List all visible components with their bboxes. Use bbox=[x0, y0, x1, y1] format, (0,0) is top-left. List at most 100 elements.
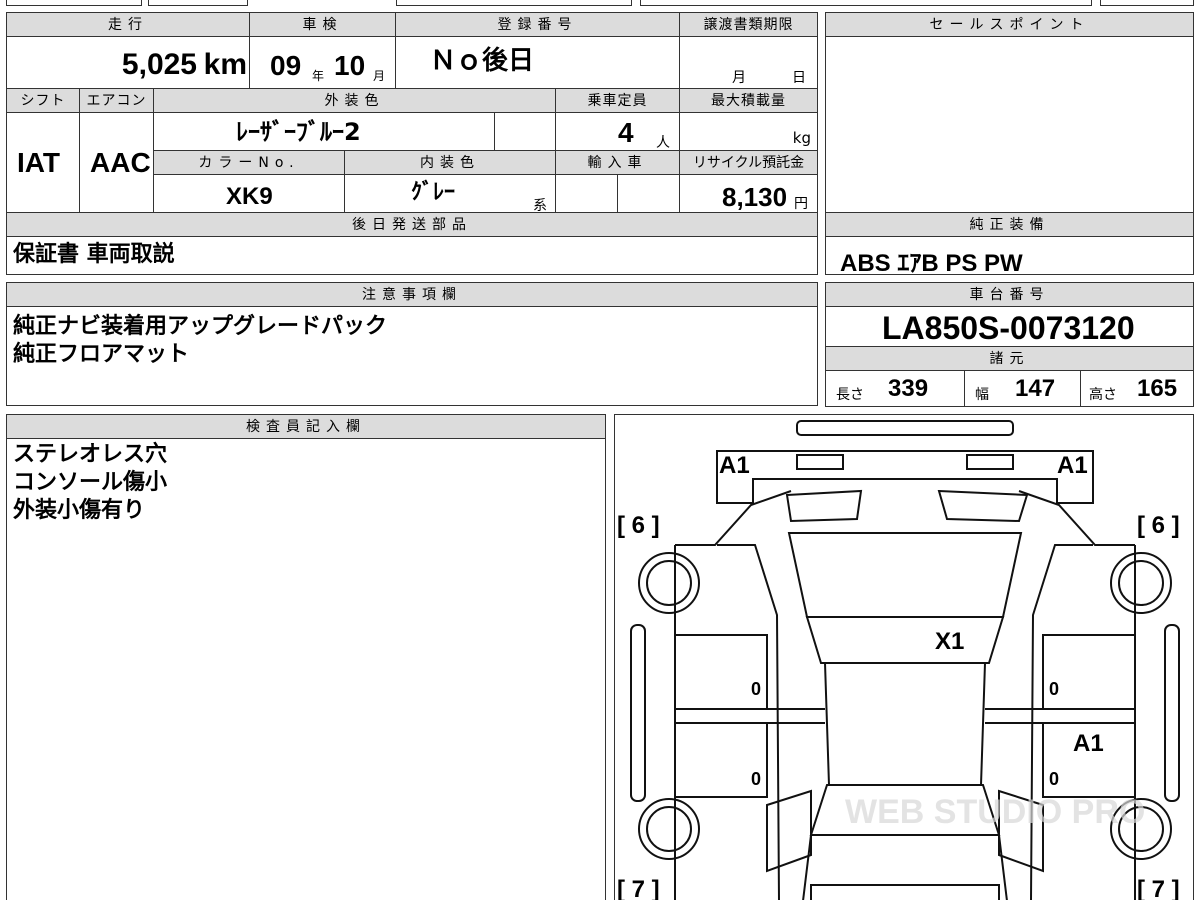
mark-tire-fl: [ 6 ] bbox=[617, 512, 660, 539]
inspector-cell: ステレオレス穴 コンソール傷小 外装小傷有り bbox=[6, 438, 606, 900]
recycle-fee-unit: 円 bbox=[794, 196, 808, 212]
body-outline-right bbox=[1018, 490, 1136, 900]
specs-header: 諸元 bbox=[825, 346, 1194, 371]
side-skirt-left bbox=[630, 624, 646, 802]
door-right-divider bbox=[985, 708, 1135, 724]
color-no-value: XK9 bbox=[226, 183, 273, 210]
wheel-rl-inner bbox=[646, 806, 692, 852]
inspector-line-2: コンソール傷小 bbox=[13, 470, 168, 495]
mileage-header: 走行 bbox=[6, 12, 250, 37]
headlight-right bbox=[966, 454, 1014, 470]
mark-a1-rear-right-door: A1 bbox=[1073, 730, 1104, 757]
windshield bbox=[787, 532, 1023, 618]
inspection-cell: 09 年 10 月 bbox=[249, 36, 396, 89]
spec-width-value: 147 bbox=[1015, 375, 1056, 402]
interior-color-header: 内装色 bbox=[344, 150, 556, 175]
chassis-cell: LA850S-0073120 bbox=[825, 306, 1194, 347]
inspector-line-3: 外装小傷有り bbox=[13, 498, 146, 523]
inspection-header: 車検 bbox=[249, 12, 396, 37]
interior-color-value: ｸﾞﾚｰ bbox=[411, 180, 456, 205]
notes-header: 注意事項欄 bbox=[6, 282, 818, 307]
import-header: 輸入車 bbox=[555, 150, 680, 175]
mark-tire-rl: [ 7 ] bbox=[617, 876, 660, 900]
exterior-color-header: 外装色 bbox=[153, 88, 556, 113]
chassis-header: 車台番号 bbox=[825, 282, 1194, 307]
mileage-cell: 5,025 km bbox=[6, 36, 250, 89]
quarter-left bbox=[766, 789, 812, 873]
capacity-cell: 4 人 bbox=[555, 112, 680, 151]
top-edge-strip-1 bbox=[6, 0, 142, 6]
inspection-month: 10 bbox=[334, 50, 366, 81]
car-diagram-box: A1 A1 X1 A1 [ 6 ] [ 6 ] [ 7 ] [ 7 ] 0 0 … bbox=[614, 414, 1194, 900]
capacity-header: 乗車定員 bbox=[555, 88, 680, 113]
deadline-day: 日 bbox=[792, 70, 806, 86]
genuine-equipment-value: ABS ｴｱB PS PW bbox=[840, 250, 1023, 275]
mark-door-zero-2: 0 bbox=[751, 769, 761, 789]
inspection-year: 09 bbox=[270, 50, 302, 81]
transfer-deadline-cell: 月 日 bbox=[679, 36, 818, 89]
notes-line-2: 純正フロアマット bbox=[13, 342, 190, 367]
wheel-fl-inner bbox=[646, 560, 692, 606]
interior-color-suffix: 系 bbox=[533, 198, 547, 213]
mark-door-zero-3: 0 bbox=[1049, 679, 1059, 699]
mark-a1-front-right: A1 bbox=[1057, 452, 1088, 479]
aircon-cell: AAC bbox=[79, 112, 154, 213]
wiper-right bbox=[937, 489, 1029, 523]
sales-point-cell bbox=[825, 36, 1194, 213]
shift-header: シフト bbox=[6, 88, 80, 113]
top-edge-strip-4 bbox=[640, 0, 1092, 6]
roof bbox=[823, 662, 987, 786]
later-parts-value: 保証書 車両取説 bbox=[13, 242, 175, 267]
mark-door-zero-1: 0 bbox=[751, 679, 761, 699]
door-left-divider bbox=[675, 708, 825, 724]
interior-color-cell: ｸﾞﾚｰ 系 bbox=[344, 174, 556, 213]
watermark: WEB STUDIO PRO bbox=[845, 793, 1145, 831]
max-load-unit: kg bbox=[792, 129, 811, 147]
capacity-unit: 人 bbox=[656, 135, 670, 151]
mileage-value: 5,025 bbox=[121, 48, 197, 81]
notes-cell: 純正ナビ装着用アップグレードパック 純正フロアマット bbox=[6, 306, 818, 406]
wheel-fr-inner bbox=[1118, 560, 1164, 606]
recycle-fee-cell: 8,130 円 bbox=[679, 174, 818, 213]
shift-value: IAT bbox=[17, 147, 61, 178]
spec-width-cell: 幅 147 bbox=[964, 370, 1081, 407]
deadline-month: 月 bbox=[732, 70, 746, 86]
rear-hatch bbox=[802, 834, 1008, 900]
spec-length-label: 長さ bbox=[836, 387, 864, 403]
import-cell-2 bbox=[617, 174, 680, 213]
registration-cell: Ｎｏ後日 bbox=[395, 36, 680, 89]
color-no-cell: XK9 bbox=[153, 174, 345, 213]
mark-tire-fr: [ 6 ] bbox=[1137, 512, 1180, 539]
max-load-cell: kg bbox=[679, 112, 818, 151]
later-parts-cell: 保証書 車両取説 bbox=[6, 236, 818, 275]
max-load-header: 最大積載量 bbox=[679, 88, 818, 113]
recycle-fee-header: リサイクル預託金 bbox=[679, 150, 818, 175]
spec-length-cell: 長さ 339 bbox=[825, 370, 965, 407]
front-bumper bbox=[796, 420, 1014, 436]
registration-header: 登録番号 bbox=[395, 12, 680, 37]
inspector-line-1: ステレオレス穴 bbox=[13, 442, 168, 467]
wiper-left bbox=[785, 489, 863, 523]
side-skirt-right bbox=[1164, 624, 1180, 802]
genuine-equipment-cell: ABS ｴｱB PS PW bbox=[825, 236, 1194, 275]
mark-a1-front-left: A1 bbox=[719, 452, 750, 479]
import-cell-1 bbox=[555, 174, 618, 213]
recycle-fee-value: 8,130 bbox=[722, 182, 788, 212]
top-edge-strip-3 bbox=[396, 0, 632, 6]
spec-height-label: 高さ bbox=[1089, 387, 1117, 403]
chassis-value: LA850S-0073120 bbox=[882, 310, 1135, 346]
spec-length-value: 339 bbox=[888, 375, 929, 402]
mark-x1-windshield: X1 bbox=[935, 628, 964, 655]
mileage-unit: km bbox=[203, 48, 247, 81]
color-no-header: カラーNo. bbox=[153, 150, 345, 175]
notes-line-1: 純正ナビ装着用アップグレードパック bbox=[13, 314, 388, 339]
mark-door-zero-4: 0 bbox=[1049, 769, 1059, 789]
inspection-year-unit: 年 bbox=[312, 69, 325, 83]
body-outline-left bbox=[674, 490, 792, 900]
mark-tire-rr: [ 7 ] bbox=[1137, 876, 1180, 900]
spec-width-label: 幅 bbox=[975, 387, 989, 403]
car-diagram: A1 A1 X1 A1 [ 6 ] [ 6 ] [ 7 ] [ 7 ] 0 0 … bbox=[617, 420, 1180, 900]
inspector-header: 検査員記入欄 bbox=[6, 414, 606, 439]
genuine-equipment-header: 純正装備 bbox=[825, 212, 1194, 237]
inspection-month-unit: 月 bbox=[373, 69, 386, 83]
